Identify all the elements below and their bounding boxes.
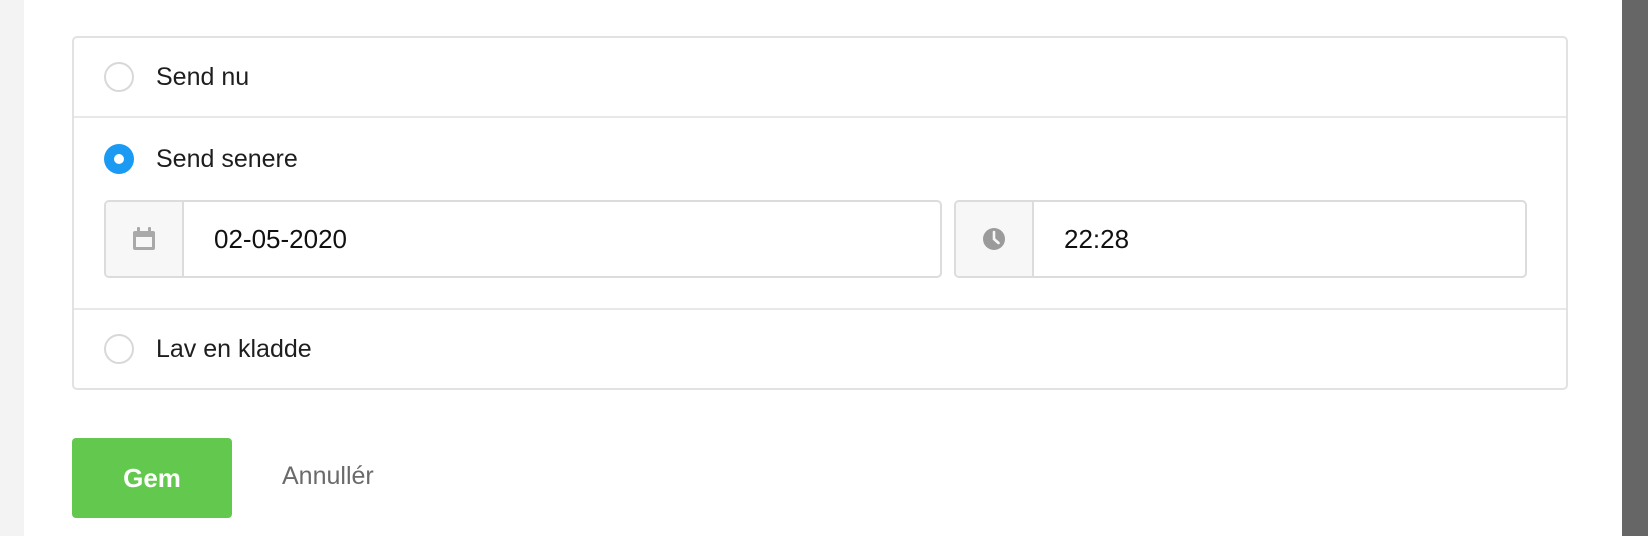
- time-input[interactable]: [1034, 202, 1525, 276]
- date-field[interactable]: [104, 200, 942, 278]
- clock-icon: [956, 202, 1034, 276]
- option-draft[interactable]: Lav en kladde: [74, 310, 1566, 388]
- save-button[interactable]: Gem: [72, 438, 232, 518]
- content-panel: Send nu Send senere 02-05-2020 22:28 Lav…: [24, 0, 1622, 536]
- left-sidebar-edge: [0, 0, 25, 536]
- option-send-now[interactable]: Send nu: [74, 38, 1566, 118]
- date-input[interactable]: [184, 202, 940, 276]
- option-label-send-now[interactable]: Send nu: [156, 63, 249, 92]
- option-label-send-later[interactable]: Send senere: [156, 145, 298, 174]
- option-send-later-head[interactable]: Send senere: [104, 118, 1566, 200]
- cancel-link[interactable]: Annullér: [282, 462, 374, 491]
- radio-draft[interactable]: [104, 334, 134, 364]
- radio-send-now[interactable]: [104, 62, 134, 92]
- send-options-group: Send nu Send senere 02-05-2020 22:28 Lav…: [72, 36, 1568, 390]
- time-field[interactable]: [954, 200, 1527, 278]
- option-send-later: Send senere: [74, 118, 1566, 310]
- radio-send-later[interactable]: [104, 144, 134, 174]
- calendar-icon: [106, 202, 184, 276]
- option-label-draft[interactable]: Lav en kladde: [156, 335, 312, 364]
- schedule-fields: [104, 200, 1566, 278]
- right-scroll-edge: [1622, 0, 1648, 536]
